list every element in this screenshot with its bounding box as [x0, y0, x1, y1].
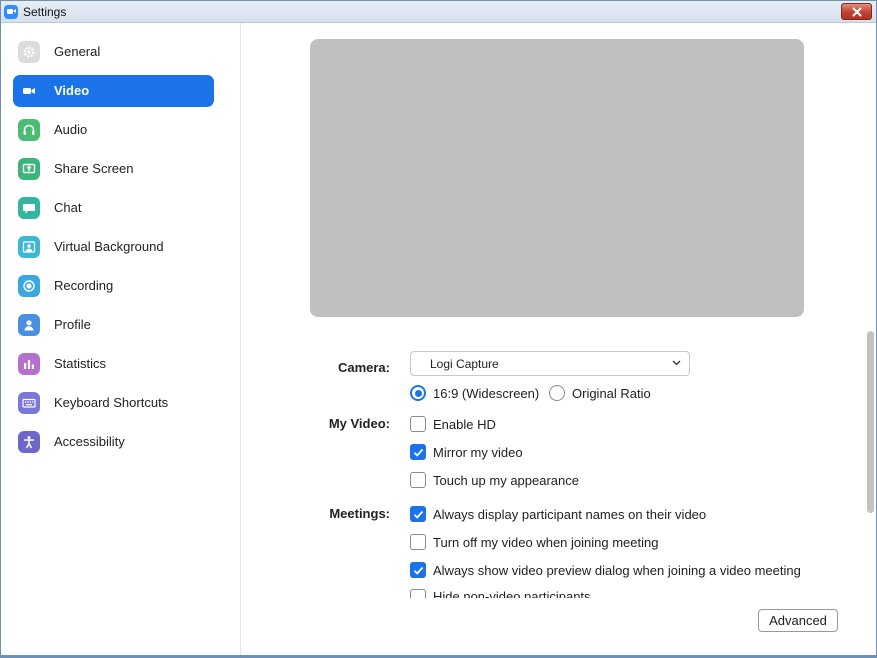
- sidebar-item-audio[interactable]: Audio: [13, 114, 214, 146]
- close-button[interactable]: [841, 3, 872, 20]
- sidebar-item-label: Audio: [54, 122, 88, 137]
- record-icon: [18, 275, 40, 297]
- camera-select[interactable]: Logi Capture: [410, 351, 690, 376]
- sidebar-item-statistics[interactable]: Statistics: [13, 348, 214, 380]
- turn-off-video-checkbox[interactable]: [410, 534, 426, 550]
- title-bar: Settings: [1, 1, 876, 23]
- sidebar-item-profile[interactable]: Profile: [13, 309, 214, 341]
- sidebar-item-share-screen[interactable]: Share Screen: [13, 153, 214, 185]
- settings-window: Settings General Video Audio Share Scree…: [0, 0, 877, 658]
- camera-label: Camera:: [337, 360, 390, 375]
- hide-non-video-label: Hide non-video participants: [433, 589, 591, 598]
- display-names-checkbox[interactable]: [410, 506, 426, 522]
- enable-hd-label: Enable HD: [433, 417, 496, 432]
- video-preview-dialog-label: Always show video preview dialog when jo…: [433, 563, 801, 578]
- camera-select-value: Logi Capture: [430, 357, 499, 371]
- checkmark-icon: [413, 510, 424, 519]
- turn-off-video-label: Turn off my video when joining meeting: [433, 535, 659, 550]
- video-camera-icon: [18, 80, 40, 102]
- sidebar-item-general[interactable]: General: [13, 36, 214, 68]
- meetings-label: Meetings:: [329, 506, 390, 521]
- display-names-label: Always display participant names on thei…: [433, 507, 707, 522]
- checkmark-icon: [413, 448, 424, 457]
- sidebar-item-accessibility[interactable]: Accessibility: [13, 426, 214, 458]
- video-preview-dialog-checkbox[interactable]: [410, 562, 426, 578]
- window-title: Settings: [23, 5, 67, 19]
- gear-icon: [18, 41, 40, 63]
- hide-non-video-checkbox[interactable]: [410, 589, 426, 598]
- mirror-video-checkbox[interactable]: [410, 444, 426, 460]
- zoom-app-icon: [4, 5, 18, 19]
- mirror-video-label: Mirror my video: [433, 445, 523, 460]
- video-preview: [310, 39, 804, 317]
- scrollbar-thumb[interactable]: [867, 331, 874, 513]
- bar-chart-icon: [18, 353, 40, 375]
- sidebar-item-label: Video: [54, 83, 90, 98]
- sidebar-item-label: Recording: [54, 278, 114, 293]
- sidebar-item-label: Keyboard Shortcuts: [54, 395, 169, 410]
- settings-sidebar: General Video Audio Share Screen Chat Vi…: [1, 23, 241, 657]
- ratio-original-label: Original Ratio: [572, 386, 651, 401]
- keyboard-icon: [18, 392, 40, 414]
- sidebar-item-label: Chat: [54, 200, 82, 215]
- sidebar-item-label: General: [54, 44, 101, 59]
- sidebar-item-keyboard-shortcuts[interactable]: Keyboard Shortcuts: [13, 387, 214, 419]
- ratio-widescreen-label: 16:9 (Widescreen): [433, 386, 540, 401]
- checkmark-icon: [413, 566, 424, 575]
- sidebar-item-virtual-background[interactable]: Virtual Background: [13, 231, 214, 263]
- share-screen-icon: [18, 158, 40, 180]
- person-frame-icon: [18, 236, 40, 258]
- touch-up-checkbox[interactable]: [410, 472, 426, 488]
- touch-up-label: Touch up my appearance: [433, 473, 579, 488]
- advanced-button[interactable]: Advanced: [758, 609, 838, 632]
- hide-non-video-option: Hide non-video participants: [410, 589, 870, 598]
- headphones-icon: [18, 119, 40, 141]
- sidebar-item-video[interactable]: Video: [13, 75, 214, 107]
- ratio-original-radio[interactable]: [549, 385, 565, 401]
- enable-hd-checkbox[interactable]: [410, 416, 426, 432]
- chevron-down-icon: [672, 360, 681, 366]
- ratio-widescreen-radio[interactable]: [410, 385, 426, 401]
- sidebar-item-label: Statistics: [54, 356, 107, 371]
- sidebar-item-label: Profile: [54, 317, 91, 332]
- sidebar-item-label: Accessibility: [54, 434, 125, 449]
- sidebar-item-label: Virtual Background: [54, 239, 164, 254]
- chat-bubble-icon: [18, 197, 40, 219]
- video-settings-panel: Camera: Logi Capture 16:9 (Widescreen) O…: [242, 23, 876, 657]
- accessibility-icon: [18, 431, 40, 453]
- sidebar-item-recording[interactable]: Recording: [13, 270, 214, 302]
- sidebar-item-label: Share Screen: [54, 161, 134, 176]
- person-icon: [18, 314, 40, 336]
- my-video-label: My Video:: [328, 416, 390, 431]
- sidebar-item-chat[interactable]: Chat: [13, 192, 214, 224]
- close-icon: [852, 7, 861, 16]
